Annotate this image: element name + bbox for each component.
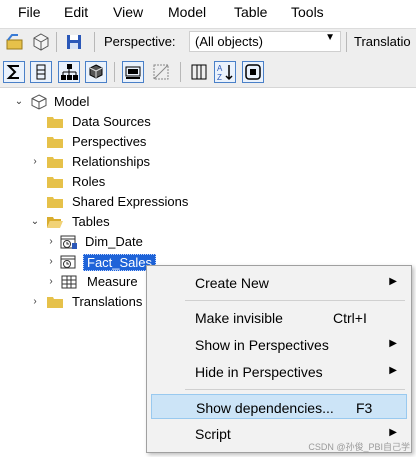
open-model-icon[interactable] (4, 31, 26, 53)
svg-text:Z: Z (217, 73, 222, 82)
chevron-right-icon[interactable]: › (46, 255, 56, 269)
chevron-down-icon[interactable]: ⌄ (30, 215, 40, 229)
perspective-label: Perspective: (104, 34, 176, 49)
menu-item-shortcut: Ctrl+I (333, 310, 367, 326)
save-icon[interactable] (63, 31, 85, 53)
toolbar-separator (180, 62, 181, 82)
folder-icon (47, 137, 63, 148)
deploy-icon[interactable] (30, 31, 52, 53)
menu-item-create-new[interactable]: Create New ▶ (151, 270, 407, 295)
translation-label: Translatio (354, 34, 411, 49)
tree-node-relationships[interactable]: › Relationships (0, 152, 200, 172)
menu-separator (185, 300, 405, 301)
sort-az-icon: A Z (217, 64, 233, 82)
tree-label-model: Model (54, 94, 90, 109)
submenu-arrow-icon: ▶ (389, 427, 397, 438)
toolbar-separator (346, 32, 347, 52)
folder-icon (47, 297, 63, 308)
chevron-right-icon[interactable]: › (30, 295, 40, 309)
folder-icon (47, 117, 63, 128)
toolbar-separator (114, 62, 115, 82)
perspective-dropdown[interactable]: (All objects) ▼ (189, 31, 341, 52)
menu-item-label: Hide in Perspectives (195, 364, 323, 380)
tree-label-tables: Tables (72, 214, 110, 229)
tree-label-translations: Translations (72, 294, 143, 309)
menu-edit[interactable]: Edit (64, 4, 88, 20)
tree-node-dim-date[interactable]: › Dim_Date (0, 232, 200, 252)
tree-node-tables[interactable]: ⌄ Tables (0, 212, 200, 232)
tree-label-data-sources: Data Sources (72, 114, 151, 129)
menu-model[interactable]: Model (168, 4, 206, 20)
menu-view[interactable]: View (113, 4, 143, 20)
menu-item-shortcut: F3 (356, 400, 373, 416)
tree-label-shared-expressions: Shared Expressions (72, 194, 189, 209)
menu-item-label: Show dependencies... (196, 400, 334, 416)
model-cube-icon (31, 94, 47, 110)
tree-node-perspectives[interactable]: Perspectives (0, 132, 200, 152)
cube-icon (89, 64, 103, 79)
chevron-down-icon[interactable]: ⌄ (14, 95, 24, 109)
tree-node-model[interactable]: ⌄ Model (0, 92, 200, 112)
tree-label-roles: Roles (72, 174, 106, 189)
watermark: CSDN @孙俊_PBI自己学 (308, 442, 410, 452)
menu-item-label: Script (195, 426, 231, 442)
tree-label-dim-date: Dim_Date (85, 234, 143, 249)
monitor-icon (125, 66, 141, 79)
folder-open-icon (47, 217, 63, 228)
filter-off-icon[interactable] (150, 61, 172, 83)
submenu-arrow-icon: ▶ (389, 365, 397, 376)
chevron-down-icon: ▼ (325, 32, 335, 43)
tree-label-perspectives: Perspectives (72, 134, 147, 149)
sigma-icon (6, 65, 19, 79)
menu-item-show-dependencies[interactable]: Show dependencies... F3 (151, 394, 407, 419)
menu-separator (185, 389, 405, 390)
submenu-arrow-icon: ▶ (389, 338, 397, 349)
table-icon (60, 255, 76, 269)
tree-node-shared-expressions[interactable]: Shared Expressions (0, 192, 220, 212)
menu-item-make-invisible[interactable]: Make invisible Ctrl+I (151, 305, 407, 330)
menu-bar: File Edit View Model Table Tools (0, 0, 416, 26)
svg-text:A: A (217, 64, 223, 73)
perspective-value: (All objects) (195, 34, 263, 49)
toolbar-separator (56, 32, 57, 52)
menu-item-label: Make invisible (195, 310, 283, 326)
column-icon (36, 64, 46, 80)
menu-table[interactable]: Table (234, 4, 267, 20)
folder-icon (47, 157, 63, 168)
menu-item-label: Create New (195, 275, 269, 291)
tree-label-measure: Measure (87, 274, 138, 289)
context-menu: Create New ▶ Make invisible Ctrl+I Show … (146, 265, 412, 453)
submenu-arrow-icon: ▶ (389, 276, 397, 287)
grid-table-icon (61, 275, 77, 289)
tree-label-relationships: Relationships (72, 154, 151, 169)
menu-tools[interactable]: Tools (291, 4, 324, 20)
menu-file[interactable]: File (18, 4, 41, 20)
hierarchy-icon (61, 64, 78, 80)
columns-view-icon[interactable] (188, 61, 210, 83)
tree-node-roles[interactable]: Roles (0, 172, 200, 192)
chevron-right-icon[interactable]: › (46, 235, 56, 249)
menu-item-hide-in-perspectives[interactable]: Hide in Perspectives ▶ (151, 359, 407, 384)
toolbar-separator (94, 32, 95, 52)
view-options-icon (245, 64, 261, 80)
chevron-right-icon[interactable]: › (30, 155, 40, 169)
date-table-icon (60, 235, 77, 249)
chevron-right-icon[interactable]: › (46, 275, 56, 289)
folder-icon (47, 177, 63, 188)
menu-item-show-in-perspectives[interactable]: Show in Perspectives ▶ (151, 332, 407, 357)
tree-node-data-sources[interactable]: Data Sources (0, 112, 200, 132)
folder-icon (47, 197, 63, 208)
menu-item-label: Show in Perspectives (195, 337, 329, 353)
